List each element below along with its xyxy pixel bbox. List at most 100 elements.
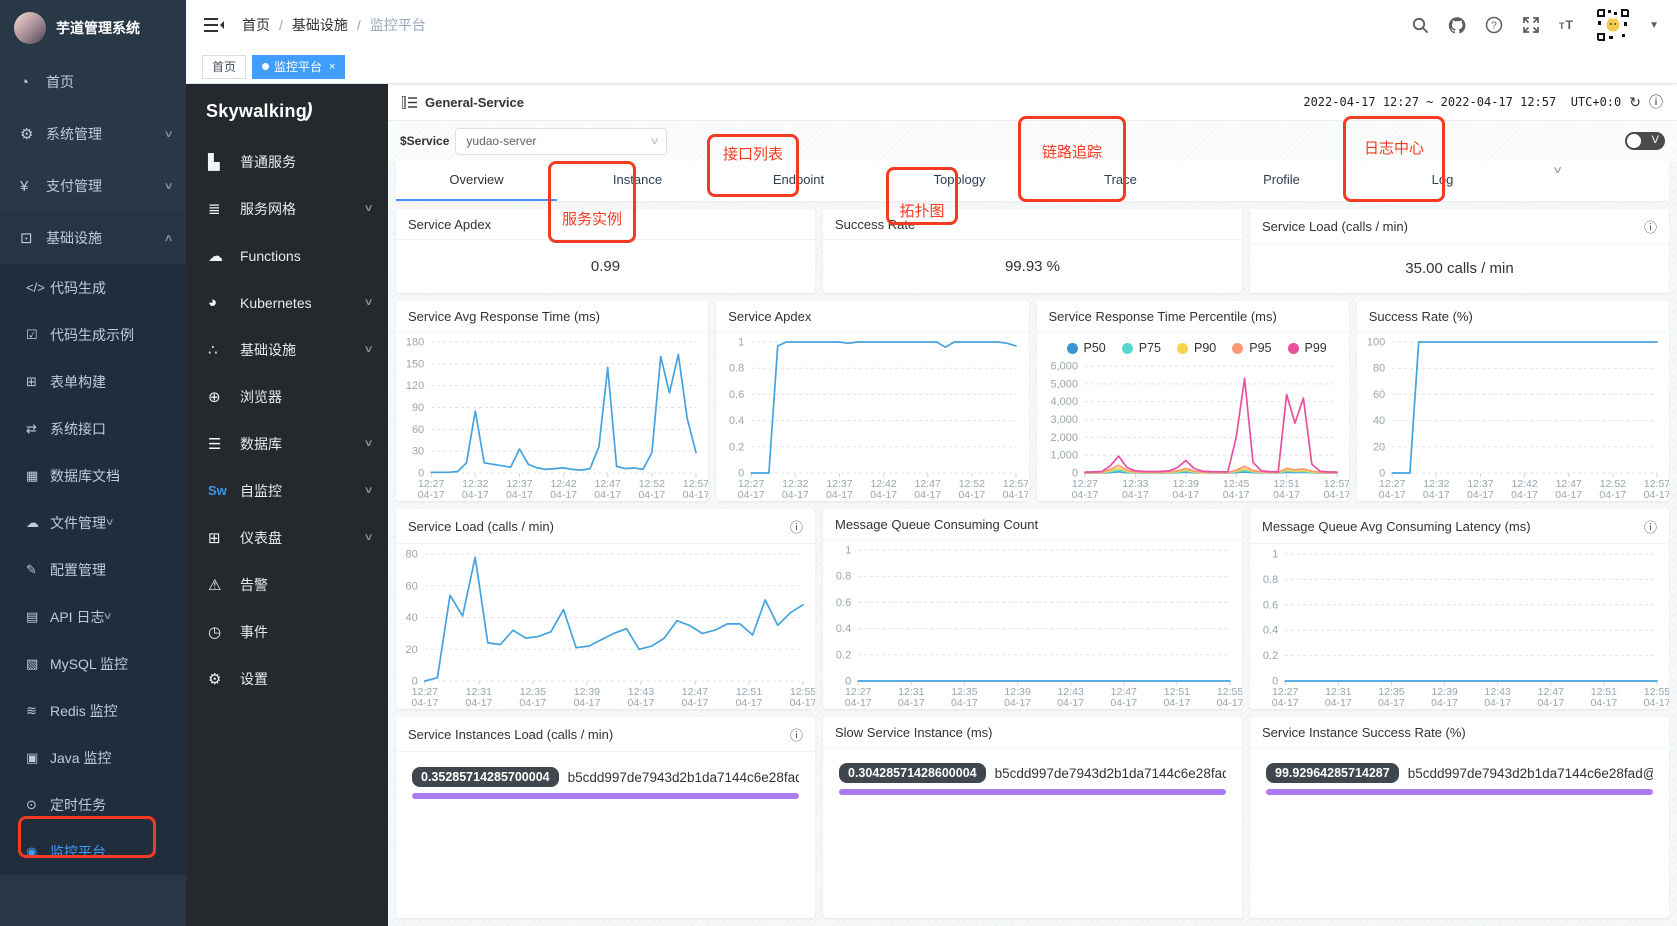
metric-value: 35.00 calls / min <box>1405 260 1514 277</box>
svg-text:40: 40 <box>1373 415 1385 427</box>
card-title: Service Instance Success Rate (%) <box>1250 717 1669 748</box>
search-icon[interactable] <box>1411 16 1429 34</box>
tab-instance[interactable]: Instance <box>557 161 718 201</box>
sw-menu-item-0[interactable]: ▙ 普通服务 <box>186 138 388 185</box>
svg-text:T: T <box>1566 18 1574 32</box>
avatar[interactable] <box>1596 8 1631 42</box>
fullscreen-icon[interactable] <box>1522 16 1540 34</box>
sw-menu-item-9[interactable]: ⚠ 告警 <box>186 561 388 608</box>
font-size-icon[interactable]: TT <box>1559 16 1577 34</box>
tab-topology[interactable]: Topology <box>879 161 1040 201</box>
legend-item-P99[interactable]: P99 <box>1287 341 1327 355</box>
line-chart: 0 0.2 0.4 0.6 0.8 1 12:27 04-17 12:31 04-17 12:35 0… <box>1250 544 1669 710</box>
skywalking-sidebar: Skywalking) ▙ 普通服务 ≣ 服务网格 ∨ ☁ Functions ◕ Kubern… <box>186 84 388 926</box>
instance-row[interactable]: 0.30428571428600004 b5cdd997de7943d2b1da7… <box>839 763 1226 783</box>
svg-text:04-17: 04-17 <box>1222 489 1249 501</box>
sw-menu-item-11[interactable]: ⚙ 设置 <box>186 655 388 702</box>
sidebar-subitem-2[interactable]: ⊞ 表单构建 <box>0 358 186 405</box>
sidebar-subitem-4[interactable]: ▦ 数据库文档 <box>0 452 186 499</box>
sw-menu-item-3[interactable]: ◕ Kubernetes ∨ <box>186 279 388 326</box>
info-icon[interactable]: ⓘ <box>790 517 803 536</box>
legend-label: P90 <box>1194 341 1217 355</box>
instance-value-badge: 99.92964285714287 <box>1266 763 1399 783</box>
svg-text:04-17: 04-17 <box>1003 489 1028 501</box>
sw-menu-item-6[interactable]: ☰ 数据库 ∨ <box>186 420 388 467</box>
close-icon[interactable]: × <box>329 61 335 73</box>
sidebar-subitem-1[interactable]: ☑ 代码生成示例 <box>0 311 186 358</box>
legend-item-P50[interactable]: P50 <box>1066 341 1106 355</box>
chevron-down-icon: ∨ <box>363 485 374 496</box>
sidebar-subitem-6[interactable]: ✎ 配置管理 <box>0 546 186 593</box>
refresh-icon[interactable]: ↻ <box>1629 94 1641 111</box>
svg-text:60: 60 <box>406 580 418 592</box>
info-icon[interactable]: ⓘ <box>1644 517 1657 536</box>
svg-text:04-17: 04-17 <box>1644 697 1669 709</box>
sidebar-subitem-11[interactable]: ⊙ 定时任务 <box>0 781 186 828</box>
sw-menu-item-7[interactable]: Sw 自监控 ∨ <box>186 467 388 514</box>
sw-menu-item-2[interactable]: ☁ Functions <box>186 232 388 279</box>
legend-item-P95[interactable]: P95 <box>1232 341 1272 355</box>
line-chart: 0 20 40 60 80 100 12:27 04-17 12:32 04-17 12:37 04-… <box>1357 332 1669 502</box>
info-icon[interactable]: ⓘ <box>790 725 803 744</box>
instance-list: 0.35285714285700004 b5cdd997de7943d2b1da7… <box>396 752 815 799</box>
sidebar-subitem-12[interactable]: ◉ 监控平台 <box>0 828 186 875</box>
legend-label: P50 <box>1083 341 1106 355</box>
tab-endpoint[interactable]: Endpoint <box>718 161 879 201</box>
sw-menu-item-5[interactable]: ⊕ 浏览器 <box>186 373 388 420</box>
collapse-caret-icon[interactable]: ∨ <box>1552 165 1563 176</box>
version-toggle[interactable]: V <box>1625 132 1665 150</box>
tag-view-0[interactable]: 首页 <box>202 54 247 79</box>
svg-text:04-17: 04-17 <box>845 697 872 709</box>
svg-text:04-17: 04-17 <box>1217 697 1242 709</box>
svg-text:04-17: 04-17 <box>1423 489 1450 501</box>
sidebar-subitem-5[interactable]: ☁ 文件管理 ∨ <box>0 499 186 546</box>
metric-cards-row: Service Apdex 0.99 Success Rate 99.93 % Serv… <box>396 209 1669 293</box>
app-title: 芋道管理系统 <box>56 20 140 36</box>
sw-menu-item-1[interactable]: ≣ 服务网格 ∨ <box>186 185 388 232</box>
sidebar-subitem-8[interactable]: ▧ MySQL 监控 <box>0 640 186 687</box>
sidebar-subitem-10[interactable]: ▣ Java 监控 <box>0 734 186 781</box>
info-icon[interactable]: ⓘ <box>1649 92 1663 112</box>
service-select[interactable]: yudao-server ∨ <box>455 127 668 155</box>
sidebar-item-3[interactable]: ⊡ 基础设施 ∧ <box>0 212 186 264</box>
breadcrumb-item-0[interactable]: 首页 <box>242 15 270 35</box>
chevron-down-icon: ∨ <box>363 203 374 214</box>
avatar-caret-icon[interactable]: ▼ <box>1649 20 1659 31</box>
legend-item-P75[interactable]: P75 <box>1121 341 1161 355</box>
sidebar-collapse-icon[interactable] <box>204 17 224 33</box>
legend-item-P90[interactable]: P90 <box>1177 341 1216 355</box>
help-icon[interactable]: ? <box>1485 16 1503 34</box>
tab-overview[interactable]: Overview <box>396 161 557 201</box>
sw-menu-item-8[interactable]: ⊞ 仪表盘 ∨ <box>186 514 388 561</box>
app-logo-row[interactable]: 芋道管理系统 <box>0 0 186 56</box>
sidebar-item-2[interactable]: ¥ 支付管理 ∨ <box>0 160 186 212</box>
breadcrumb-item-1[interactable]: 基础设施 <box>292 15 348 35</box>
sidebar-subitem-9[interactable]: ≋ Redis 监控 <box>0 687 186 734</box>
panel-list-icon[interactable] <box>402 95 417 109</box>
instance-row[interactable]: 0.35285714285700004 b5cdd997de7943d2b1da7… <box>412 767 799 787</box>
timer-icon: ⊙ <box>26 796 37 812</box>
info-icon[interactable]: ⓘ <box>1644 217 1657 236</box>
time-range[interactable]: 2022-04-17 12:27 ~ 2022-04-17 12:57 UTC+… <box>1303 95 1621 109</box>
svg-text:04-17: 04-17 <box>1163 697 1190 709</box>
svg-text:04-17: 04-17 <box>1325 697 1352 709</box>
github-icon[interactable] <box>1448 16 1466 34</box>
sidebar-subitem-3[interactable]: ⇄ 系统接口 <box>0 405 186 452</box>
tab-log[interactable]: Log <box>1362 161 1523 201</box>
chart-icon: ▙ <box>208 153 220 171</box>
tab-trace[interactable]: Trace <box>1040 161 1201 201</box>
sw-menu-item-10[interactable]: ◷ 事件 <box>186 608 388 655</box>
card-title-text: Service Instances Load (calls / min) <box>408 727 614 742</box>
sidebar-item-1[interactable]: ⚙ 系统管理 ∨ <box>0 108 186 160</box>
sw-menu-item-4[interactable]: ∴ 基础设施 ∨ <box>186 326 388 373</box>
chart-title: Message Queue Consuming Count <box>835 517 1039 532</box>
tab-profile[interactable]: Profile <box>1201 161 1362 201</box>
legend-dot-icon <box>1287 342 1299 354</box>
instance-row[interactable]: 99.92964285714287 b5cdd997de7943d2b1da714… <box>1266 763 1653 783</box>
svg-text:80: 80 <box>406 549 418 561</box>
sidebar-subitem-7[interactable]: ▤ API 日志 ∨ <box>0 593 186 640</box>
sidebar-subitem-0[interactable]: </> 代码生成 <box>0 264 186 311</box>
sidebar-item-0[interactable]: ◔ 首页 <box>0 56 186 108</box>
app-logo-avatar <box>14 12 46 44</box>
tag-view-1[interactable]: 监控平台 × <box>252 54 346 79</box>
